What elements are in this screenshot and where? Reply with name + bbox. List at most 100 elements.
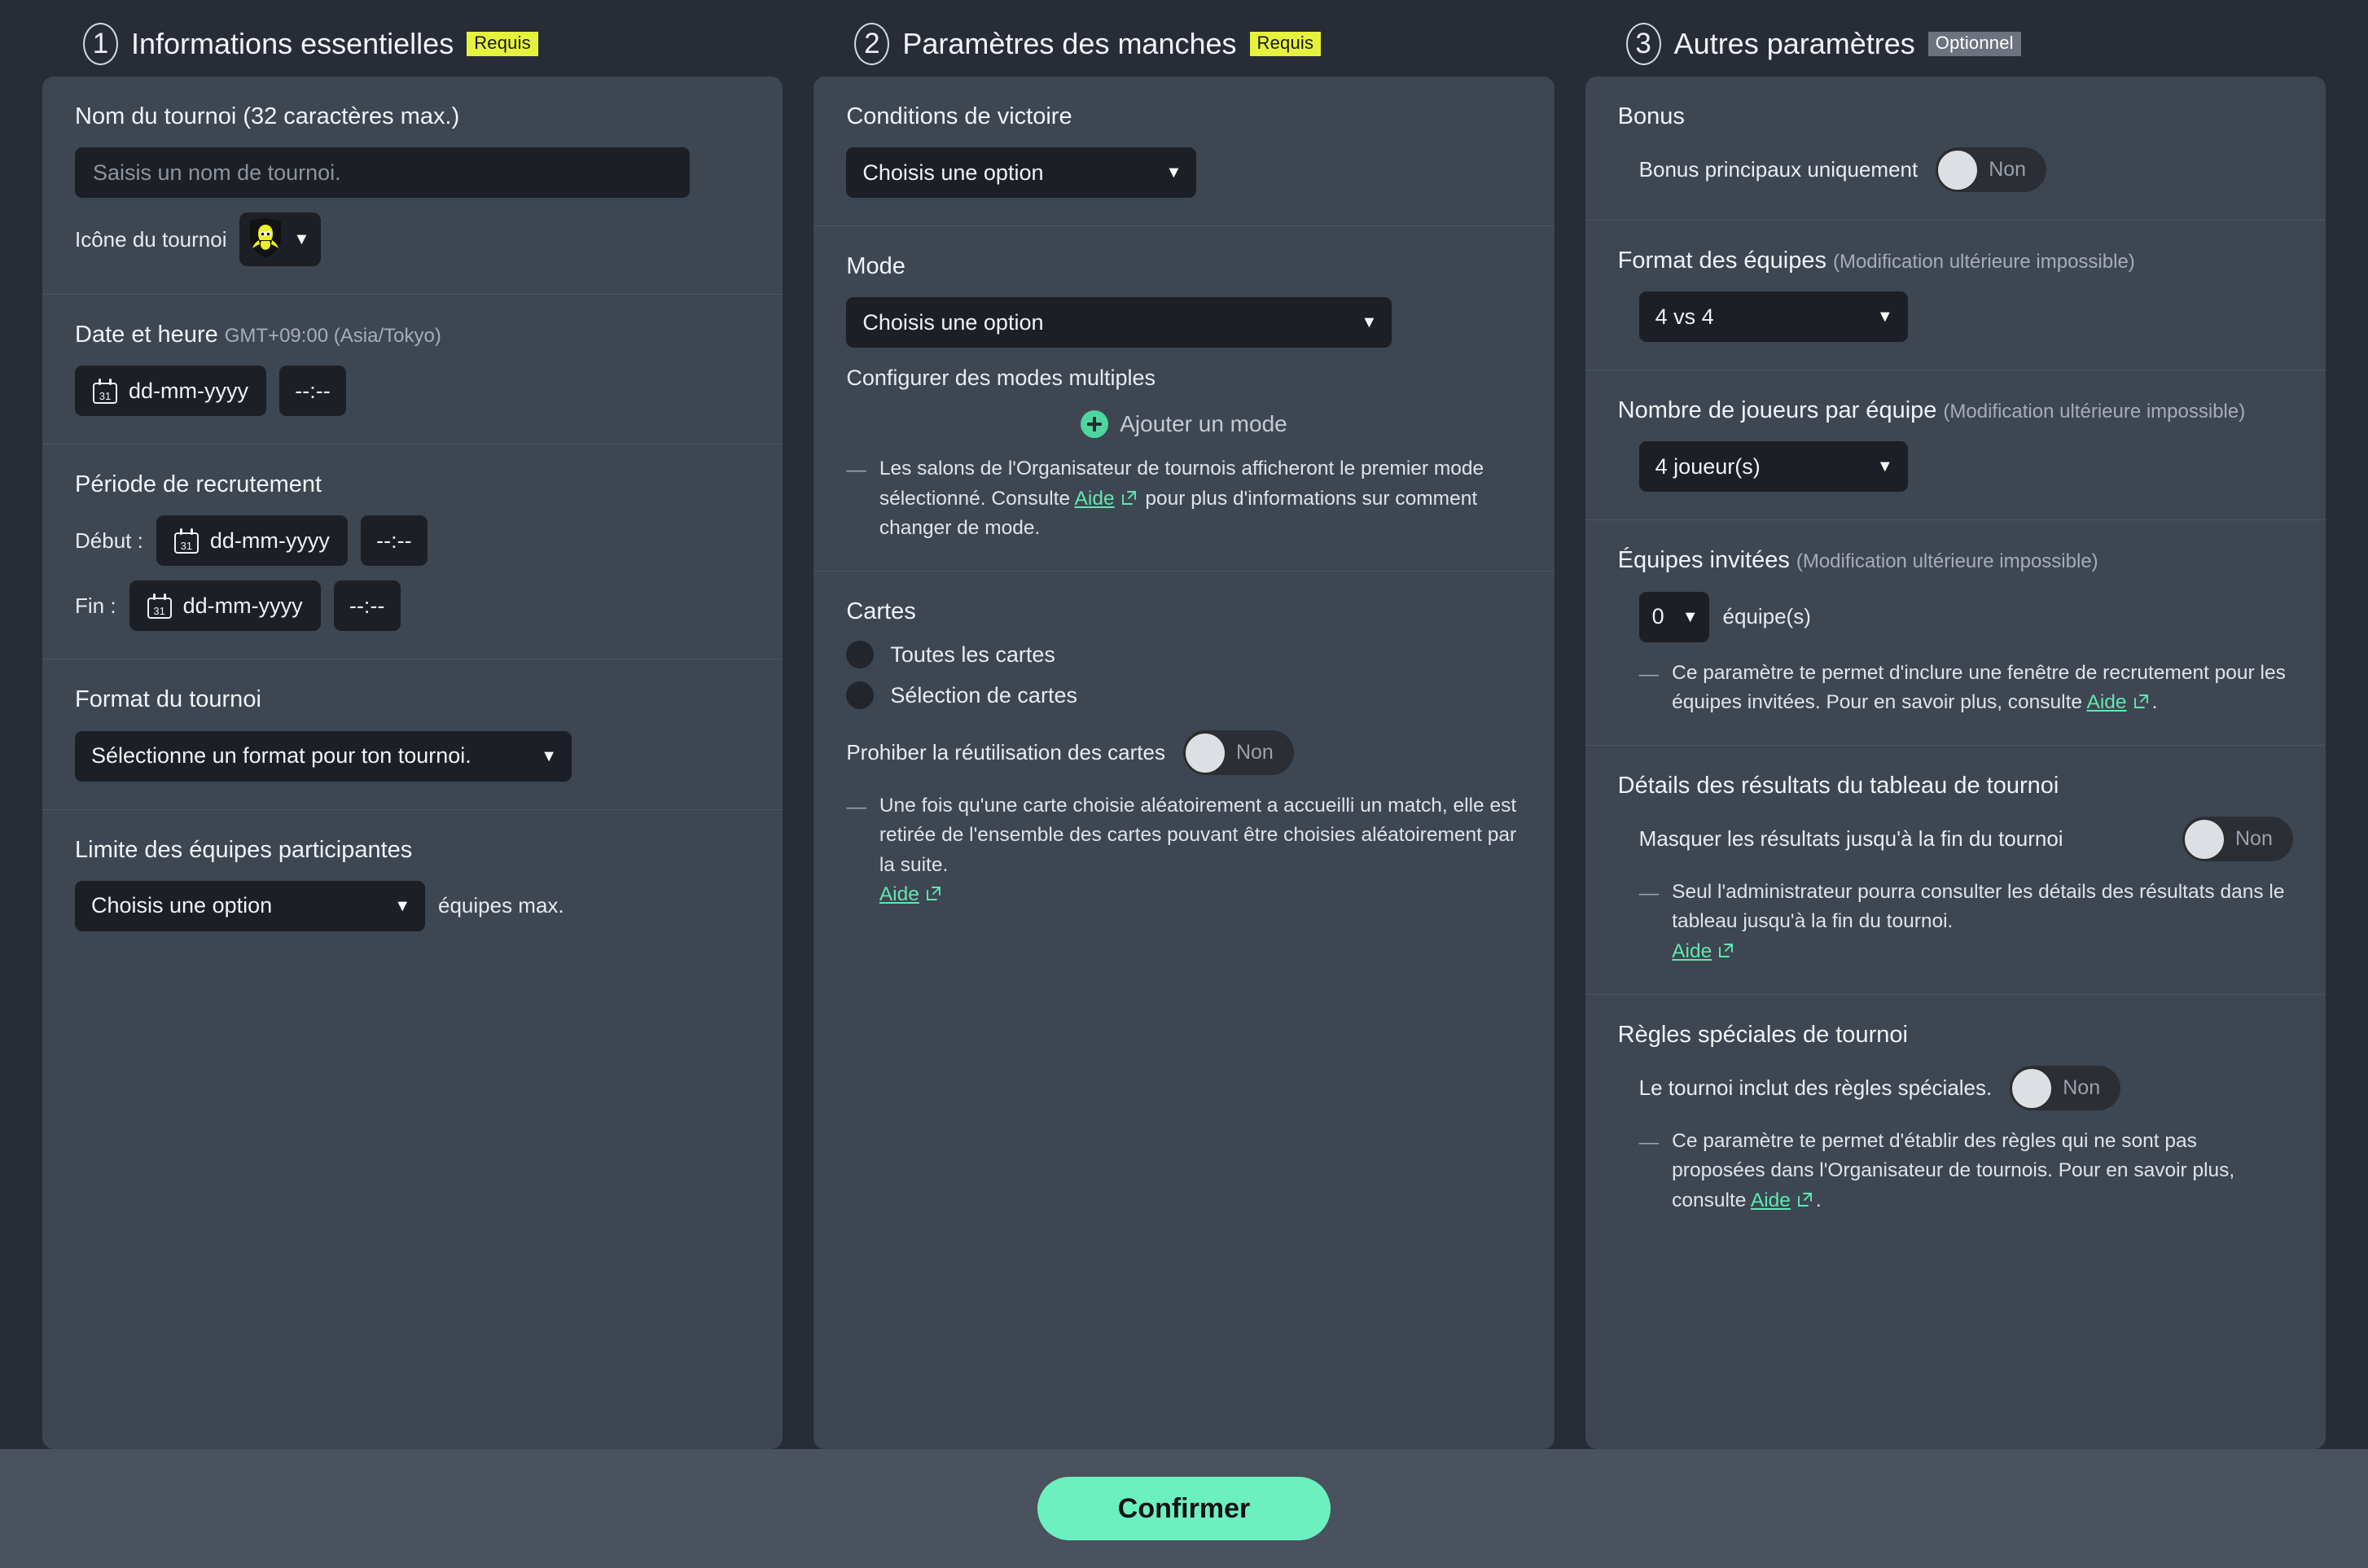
card-other-settings: Bonus Bonus principaux uniquement Non Fo… [1585,77,2326,1449]
mode-note: — Les salons de l'Organisateur de tourno… [846,454,1521,543]
help-link[interactable]: Aide [879,883,919,905]
chevron-down-icon: ▼ [1876,308,1893,326]
section-number-1: 1 [83,23,118,65]
mode-row: Choisis une option ▼ [846,297,1521,348]
column-other-settings: 3 Autres paramètres Optionnel Bonus Bonu… [1585,11,2326,1449]
tournament-format-select[interactable]: Sélectionne un format pour ton tournoi. … [75,730,572,782]
external-link-icon [925,885,942,902]
players-per-team-row: 4 joueur(s) ▼ [1618,441,2293,493]
recruitment-period-label: Période de recrutement [75,471,322,498]
calendar-icon: 31 [173,528,199,554]
calendar-icon: 31 [147,593,172,619]
tournament-time-value: --:-- [295,378,331,403]
block-team-limit: Limite des équipes participantes Choisis… [42,808,783,959]
invited-teams-sub: (Modification ultérieure impossible) [1796,550,2098,573]
add-mode-button[interactable]: Ajouter un mode [846,410,1521,439]
calendar-icon: 31 [93,378,117,404]
column-round-settings: 2 Paramètres des manches Requis Conditio… [813,11,1555,1449]
tournament-icon-label: Icône du tournoi [75,226,227,252]
timezone-text: GMT+09:00 (Asia/Tokyo) [224,325,441,348]
card-spacer [42,959,783,1449]
team-limit-select[interactable]: Choisis une option ▼ [75,880,425,931]
team-limit-row: Choisis une option ▼ équipes max. [75,880,750,931]
help-link[interactable]: Aide [1751,1189,1791,1211]
hide-results-toggle[interactable]: Non [2182,817,2293,862]
plus-icon [1081,410,1109,439]
recruitment-end-time-value: --:-- [349,593,385,618]
date-time-row: 31 dd-mm-yyyy --:-- [75,366,750,417]
mode-note-text: Les salons de l'Organisateur de tournois… [879,458,1484,539]
invited-teams-label: Équipes invitées (Modification ultérieure… [1617,547,2098,574]
cards-note: — Une fois qu'une carte choisie aléatoir… [846,791,1521,909]
dash-bullet: — [1638,883,1660,905]
team-format-value: 4 vs 4 [1655,304,1714,329]
tournament-format-row: Sélectionne un format pour ton tournoi. … [75,730,750,782]
chevron-down-icon: ▼ [1876,458,1893,476]
recruitment-start-time-value: --:-- [376,528,412,553]
external-link-icon [1120,489,1138,506]
prohibit-reuse-row: Prohiber la réutilisation des cartes Non [846,730,1521,776]
block-results-details: Détails des résultats du tableau de tour… [1585,745,2326,994]
recruitment-end-time-field[interactable]: --:-- [333,580,401,632]
bonus-toggle-label: Bonus principaux uniquement [1638,157,1919,182]
cards-note-text: Une fois qu'une carte choisie aléatoirem… [879,795,1517,905]
radio-card-selection[interactable]: Sélection de cartes [846,681,1521,710]
help-link[interactable]: Aide [1672,940,1712,962]
help-link[interactable]: Aide [1075,488,1115,510]
section-title-2: Paramètres des manches [902,27,1237,60]
block-date-time: Date et heure GMT+09:00 (Asia/Tokyo) 31 d… [42,294,783,444]
bonus-toggle[interactable]: Non [1936,147,2047,193]
tournament-time-field[interactable]: --:-- [279,366,346,417]
mode-select[interactable]: Choisis une option ▼ [846,297,1392,348]
confirm-button[interactable]: Confirmer [1037,1477,1331,1540]
dash-bullet: — [846,459,866,482]
prohibit-reuse-toggle[interactable]: Non [1182,730,1294,776]
invited-teams-value: 0 [1651,604,1664,629]
radio-all-cards[interactable]: Toutes les cartes [846,641,1521,669]
external-link-icon [1796,1191,1813,1208]
tournament-date-value: dd-mm-yyyy [129,378,248,403]
team-format-select[interactable]: 4 vs 4 ▼ [1638,291,1908,343]
block-special-rules: Règles spéciales de tournoi Le tournoi i… [1585,993,2326,1243]
mode-label: Mode [846,253,906,280]
card-round-settings: Conditions de victoire Choisis une optio… [813,77,1555,1449]
toggle-knob [1184,732,1226,773]
toggle-knob [2183,818,2225,860]
tournament-date-field[interactable]: 31 dd-mm-yyyy [75,366,266,417]
tournament-format-value: Sélectionne un format pour ton tournoi. [91,743,471,769]
players-per-team-label: Nombre de joueurs par équipe (Modificatio… [1617,397,2246,424]
recruitment-end-row: Fin : 31 dd-mm-yyyy --:-- [75,580,750,632]
tournament-icon-picker[interactable]: ▼ [239,212,322,267]
tournament-name-row [75,147,750,199]
block-bonus: Bonus Bonus principaux uniquement Non [1585,77,2326,220]
victory-conditions-select[interactable]: Choisis une option ▼ [846,147,1197,199]
results-note: — Seul l'administrateur pourra consulter… [1618,878,2293,966]
results-note-text: Seul l'administrateur pourra consulter l… [1672,881,2285,962]
chevron-down-icon: ▼ [1361,313,1378,332]
hide-results-label: Masquer les résultats jusqu'à la fin du … [1638,826,2063,852]
recruitment-start-time-field[interactable]: --:-- [360,515,428,567]
block-team-format: Format des équipes (Modification ultérieu… [1585,220,2326,370]
block-victory-conditions: Conditions de victoire Choisis une optio… [813,77,1554,226]
victory-conditions-label: Conditions de victoire [846,103,1072,129]
help-link[interactable]: Aide [2087,691,2127,713]
special-rules-toggle[interactable]: Non [2010,1066,2121,1111]
section-title-1: Informations essentielles [131,27,454,60]
tournament-name-input[interactable] [75,147,690,199]
recruitment-end-date-field[interactable]: 31 dd-mm-yyyy [129,580,321,632]
squid-shield-icon [248,217,283,262]
section-badge-1: Requis [467,31,538,57]
special-rules-toggle-label: Le tournoi inclut des règles spéciales. [1638,1075,1993,1101]
recruitment-end-label: Fin : [75,593,116,618]
block-invited-teams: Équipes invitées (Modification ultérieure… [1585,519,2326,745]
results-details-label: Détails des résultats du tableau de tour… [1617,773,2059,799]
prohibit-reuse-label: Prohiber la réutilisation des cartes [846,740,1165,765]
invited-teams-select[interactable]: 0 ▼ [1638,591,1710,642]
players-per-team-select[interactable]: 4 joueur(s) ▼ [1638,441,1908,493]
toggle-knob [2011,1067,2053,1109]
recruitment-start-date-field[interactable]: 31 dd-mm-yyyy [156,515,348,567]
special-rules-state: Non [2063,1076,2101,1100]
footer-bar: Confirmer [0,1449,2368,1568]
bonus-label: Bonus [1617,103,1685,129]
chevron-down-icon: ▼ [541,747,557,765]
